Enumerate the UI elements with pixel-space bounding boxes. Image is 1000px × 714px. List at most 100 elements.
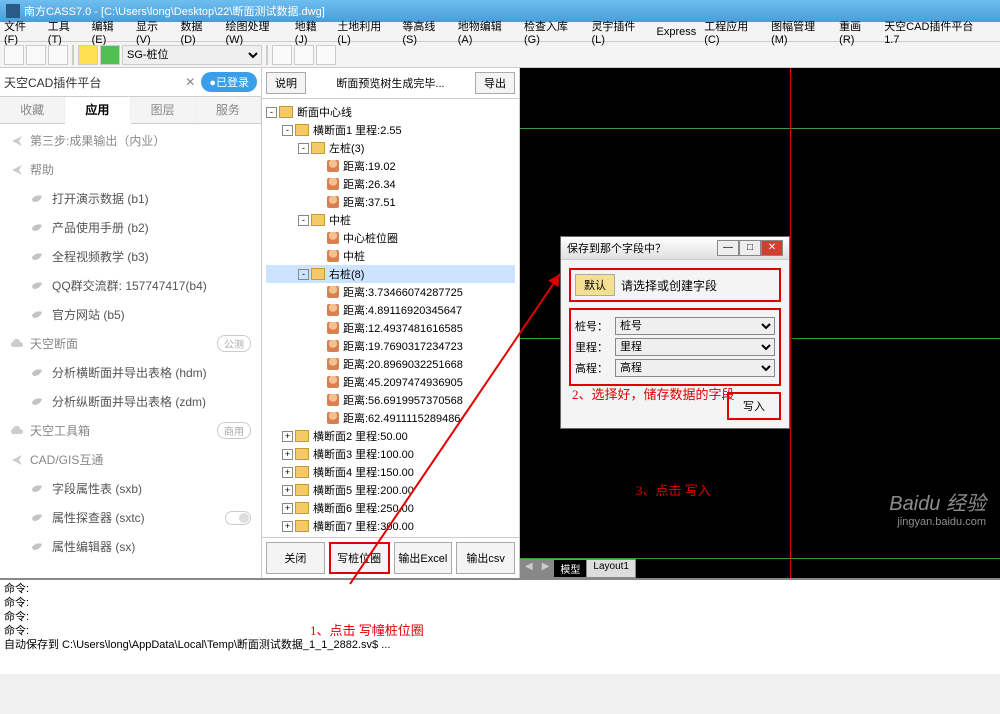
export-button[interactable]: 导出	[475, 72, 515, 94]
menu-item[interactable]: 工具(T)	[48, 18, 84, 46]
menu-item[interactable]: 土地利用(L)	[337, 18, 394, 46]
tree-twisty[interactable]: -	[266, 107, 277, 118]
tree-node[interactable]: +横断面3 里程:100.00	[266, 445, 515, 463]
tool-a[interactable]	[272, 45, 292, 65]
default-button[interactable]: 默认	[575, 274, 615, 296]
command-line[interactable]: 命令:命令:命令:命令:自动保存到 C:\Users\long\AppData\…	[0, 578, 1000, 674]
menu-item[interactable]: 天空CAD插件平台1.7	[884, 18, 988, 46]
menu-item[interactable]: 检查入库(G)	[524, 18, 583, 46]
tree-node[interactable]: +横断面2 里程:50.00	[266, 427, 515, 445]
tree-node[interactable]: 距离:45.2097474936905	[266, 373, 515, 391]
tool-open[interactable]	[26, 45, 46, 65]
left-tab[interactable]: 收藏	[0, 97, 65, 123]
tree-node[interactable]: 距离:37.51	[266, 193, 515, 211]
tool-new[interactable]	[4, 45, 24, 65]
tree-twisty[interactable]: +	[282, 467, 293, 478]
tool-b[interactable]	[294, 45, 314, 65]
action-button[interactable]: 关闭	[266, 542, 325, 574]
action-button[interactable]: 写桩位圈	[329, 542, 390, 574]
menu-item[interactable]: 灵宇插件(L)	[591, 18, 648, 46]
sidebar-group[interactable]: 帮助	[2, 155, 259, 184]
menu-item[interactable]: 显示(V)	[136, 18, 172, 46]
left-tab[interactable]: 服务	[196, 97, 261, 123]
tree-twisty[interactable]: -	[282, 125, 293, 136]
action-button[interactable]: 输出csv	[456, 542, 515, 574]
close-icon[interactable]: ✕	[185, 75, 195, 89]
menu-item[interactable]: 等高线(S)	[402, 18, 449, 46]
left-tab[interactable]: 图层	[131, 97, 196, 123]
tab-model[interactable]: 模型	[553, 559, 587, 578]
maximize-icon[interactable]: □	[739, 240, 761, 256]
tool-save[interactable]	[48, 45, 68, 65]
menu-item[interactable]: 地物编辑(A)	[458, 18, 516, 46]
menu-item[interactable]: 编辑(E)	[92, 18, 128, 46]
tree-node[interactable]: -断面中心线	[266, 103, 515, 121]
tree-node[interactable]: 距离:12.4937481616585	[266, 319, 515, 337]
sidebar-item[interactable]: 属性编辑器 (sx)	[2, 532, 259, 561]
field-select[interactable]: 高程	[615, 359, 775, 377]
left-tab[interactable]: 应用	[65, 97, 130, 124]
tree-node[interactable]: 距离:19.02	[266, 157, 515, 175]
tree-twisty[interactable]: +	[282, 449, 293, 460]
sidebar-item[interactable]: 官方网站 (b5)	[2, 300, 259, 329]
minimize-icon[interactable]: —	[717, 240, 739, 256]
tool-c[interactable]	[316, 45, 336, 65]
menu-item[interactable]: 数据(D)	[180, 18, 217, 46]
sidebar-item[interactable]: QQ群交流群: 157747417(b4)	[2, 271, 259, 300]
tree-node[interactable]: +横断面5 里程:200.00	[266, 481, 515, 499]
menu-item[interactable]: 图幅管理(M)	[771, 18, 831, 46]
tree-twisty[interactable]: -	[298, 143, 309, 154]
menu-item[interactable]: 工程应用(C)	[704, 18, 763, 46]
sidebar-item[interactable]: 分析横断面并导出表格 (hdm)	[2, 358, 259, 387]
tree-node[interactable]: 距离:19.7690317234723	[266, 337, 515, 355]
sidebar-group[interactable]: 天空断面公测	[2, 329, 259, 358]
action-button[interactable]: 输出Excel	[394, 542, 453, 574]
sidebar-group[interactable]: 第三步:成果输出（内业）	[2, 126, 259, 155]
layer-select[interactable]: SG-桩位	[122, 45, 262, 65]
tab-layout1[interactable]: Layout1	[586, 559, 636, 578]
menu-item[interactable]: 文件(F)	[4, 18, 40, 46]
tree-node[interactable]: 距离:3.73466074287725	[266, 283, 515, 301]
sidebar-item[interactable]: 字段属性表 (sxb)	[2, 474, 259, 503]
menu-item[interactable]: 重画(R)	[839, 18, 876, 46]
tree-twisty[interactable]: -	[298, 215, 309, 226]
tree-node[interactable]: +横断面7 里程:300.00	[266, 517, 515, 535]
sidebar-group[interactable]: CAD/GIS互通	[2, 445, 259, 474]
tree-twisty[interactable]: +	[282, 521, 293, 532]
sidebar-group[interactable]: 天空工具箱商用	[2, 416, 259, 445]
tree-node[interactable]: 距离:62.4911115289486	[266, 409, 515, 427]
tool-layer1[interactable]	[78, 45, 98, 65]
tree-node[interactable]: -左桩(3)	[266, 139, 515, 157]
tree-node[interactable]: -中桩	[266, 211, 515, 229]
field-select[interactable]: 里程	[615, 338, 775, 356]
tab-nav-left[interactable]: ◀	[520, 559, 538, 578]
tab-nav-right[interactable]: ▶	[537, 559, 555, 578]
write-button[interactable]: 写入	[727, 392, 781, 420]
menu-item[interactable]: Express	[656, 26, 696, 38]
tree-twisty[interactable]: +	[282, 485, 293, 496]
tree-node[interactable]: 距离:26.34	[266, 175, 515, 193]
menu-item[interactable]: 绘图处理(W)	[225, 18, 286, 46]
login-badge[interactable]: ●已登录	[201, 72, 257, 92]
sidebar-item[interactable]: 分析纵断面并导出表格 (zdm)	[2, 387, 259, 416]
tree-node[interactable]: 中桩	[266, 247, 515, 265]
tree-node[interactable]: -横断面1 里程:2.55	[266, 121, 515, 139]
desc-button[interactable]: 说明	[266, 72, 306, 94]
tree-twisty[interactable]: +	[282, 431, 293, 442]
sidebar-item[interactable]: 产品使用手册 (b2)	[2, 213, 259, 242]
tool-layer2[interactable]	[100, 45, 120, 65]
menu-item[interactable]: 地籍(J)	[295, 18, 330, 46]
tree-node[interactable]: 距离:4.89116920345647	[266, 301, 515, 319]
tree-node[interactable]: 距离:20.8969032251668	[266, 355, 515, 373]
field-select[interactable]: 桩号	[615, 317, 775, 335]
sidebar-item[interactable]: 属性探查器 (sxtc)	[2, 503, 259, 532]
toggle[interactable]	[225, 511, 251, 525]
tree-node[interactable]: 中心桩位圈	[266, 229, 515, 247]
sidebar-item[interactable]: 全程视频教学 (b3)	[2, 242, 259, 271]
tree-node[interactable]: -右桩(8)	[266, 265, 515, 283]
tree-twisty[interactable]: -	[298, 269, 309, 280]
close-icon[interactable]: ✕	[761, 240, 783, 256]
tree-node[interactable]: 距离:56.6919957370568	[266, 391, 515, 409]
tree-node[interactable]: +横断面6 里程:250.00	[266, 499, 515, 517]
tree-twisty[interactable]: +	[282, 503, 293, 514]
